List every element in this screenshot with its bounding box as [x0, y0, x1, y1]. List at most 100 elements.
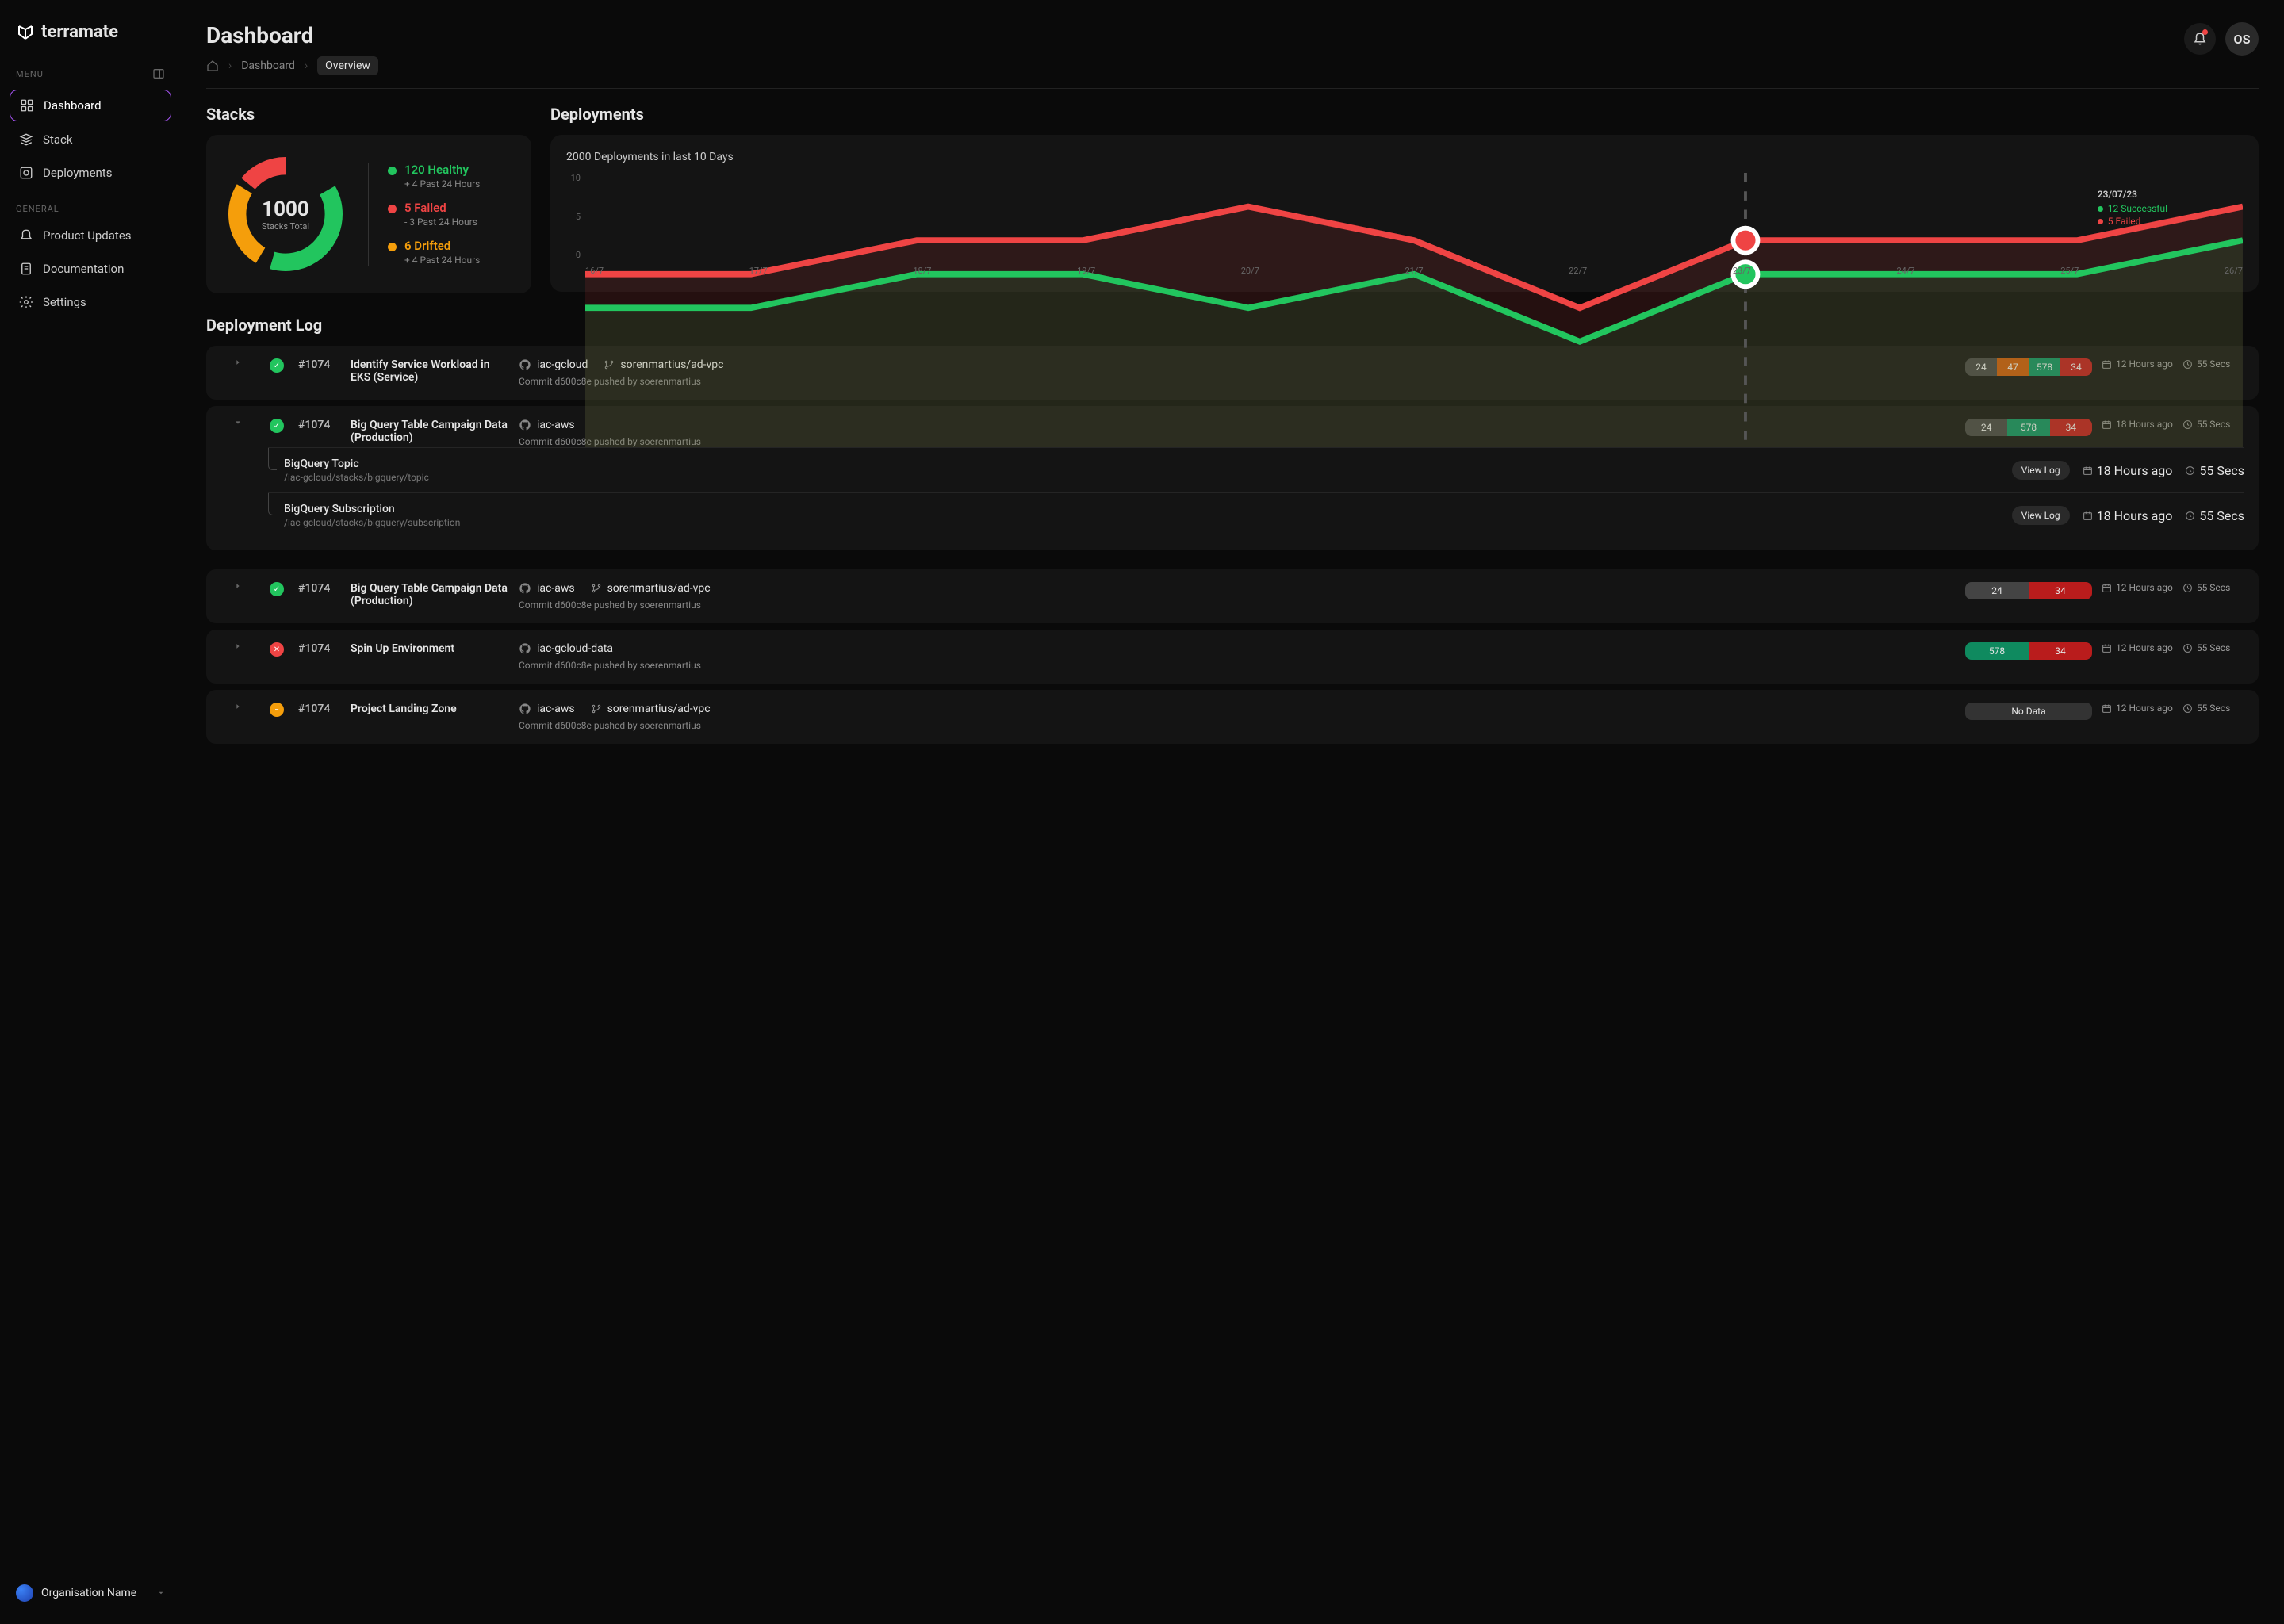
collapse-icon[interactable]	[152, 67, 165, 80]
repo: iac-gcloud	[519, 358, 588, 371]
view-log-button[interactable]: View Log	[2012, 506, 2070, 525]
status-icon: −	[265, 703, 289, 717]
breadcrumb-current[interactable]: Overview	[317, 56, 378, 75]
sidebar-item-stack[interactable]: Stack	[10, 124, 171, 155]
status-icon: ✕	[265, 642, 289, 657]
avatar-initials: OS	[2234, 32, 2251, 47]
org-icon	[16, 1584, 33, 1602]
time-dur: 55 Secs	[2182, 582, 2230, 593]
brand-icon	[16, 23, 35, 42]
main: Dashboard › Dashboard › Overview OS	[181, 0, 2284, 1624]
log-title: Big Query Table Campaign Data (Productio…	[351, 419, 509, 444]
log-id: #1074	[298, 582, 341, 595]
log-id: #1074	[298, 642, 341, 655]
time-ago: 12 Hours ago	[2102, 582, 2173, 593]
legend-drifted: 6 Drifted + 4 Past 24 Hours	[388, 239, 480, 266]
repo: iac-aws	[519, 582, 575, 595]
status-icon: ✓	[265, 358, 289, 373]
stat-bar: 2434	[1965, 582, 2092, 599]
topbar: Dashboard › Dashboard › Overview OS	[206, 22, 2259, 89]
no-data: No Data	[1965, 703, 2092, 720]
status-icon: ✓	[265, 419, 289, 433]
page-title: Dashboard	[206, 22, 378, 48]
time-dur: 55 Secs	[2185, 508, 2244, 523]
deployments-card: 2000 Deployments in last 10 Days 1050 16…	[550, 135, 2259, 292]
log-id: #1074	[298, 358, 341, 371]
settings-icon	[19, 295, 33, 309]
chevron-right-icon[interactable]	[220, 358, 255, 366]
stacks-donut: 1000 Stacks Total	[222, 151, 349, 278]
chevron-right-icon: ›	[228, 59, 232, 72]
log-title: Identify Service Workload in EKS (Servic…	[351, 358, 509, 384]
updates-icon	[19, 228, 33, 243]
log-children: BigQuery Topic /iac-gcloud/stacks/bigque…	[206, 447, 2259, 550]
child-path: /iac-gcloud/stacks/bigquery/subscription	[284, 517, 460, 528]
repo: iac-aws	[519, 703, 575, 715]
sidebar-item-settings[interactable]: Settings	[10, 287, 171, 317]
logo: terramate	[10, 16, 171, 61]
sidebar-item-dashboard[interactable]: Dashboard	[10, 90, 171, 121]
log-id: #1074	[298, 703, 341, 715]
sidebar-item-label: Settings	[43, 295, 86, 309]
org-name: Organisation Name	[41, 1587, 136, 1599]
time-ago: 18 Hours ago	[2083, 508, 2173, 523]
sidebar-item-label: Deployments	[43, 166, 112, 180]
stacks-card: 1000 Stacks Total 120 Healthy + 4 Past 2…	[206, 135, 531, 293]
home-icon[interactable]	[206, 59, 219, 72]
deployments-summary: 2000 Deployments in last 10 Days	[566, 151, 2243, 163]
repo: iac-aws	[519, 419, 575, 431]
status-icon: ✓	[265, 582, 289, 596]
stacks-total-label: Stacks Total	[262, 221, 309, 232]
stack-icon	[19, 132, 33, 147]
stat-bar: 57834	[1965, 642, 2092, 660]
log-title: Spin Up Environment	[351, 642, 509, 655]
sidebar-item-label: Documentation	[43, 262, 124, 276]
time-dur: 55 Secs	[2185, 463, 2244, 478]
deployments-icon	[19, 166, 33, 180]
sidebar-item-label: Stack	[43, 132, 72, 147]
notifications-button[interactable]	[2184, 23, 2216, 55]
chart-tooltip: 23/07/23 12 Successful 5 Failed	[2098, 189, 2167, 228]
breadcrumb: › Dashboard › Overview	[206, 56, 378, 75]
branch: sorenmartius/ad-vpc	[591, 703, 711, 715]
sidebar-item-deployments[interactable]: Deployments	[10, 158, 171, 188]
brand-name: terramate	[41, 22, 118, 42]
time-ago: 12 Hours ago	[2102, 642, 2173, 653]
nav-general: Product Updates Documentation Settings	[10, 220, 171, 320]
chevron-down-icon	[157, 1589, 165, 1597]
commit: Commit d600c8e pushed by soerenmartius	[519, 720, 1956, 731]
deployments-chart: 1050 16/717/718/719/720/721/722/723/724/…	[566, 173, 2243, 276]
chevron-right-icon[interactable]	[220, 582, 255, 590]
child-path: /iac-gcloud/stacks/bigquery/topic	[284, 472, 429, 483]
legend-healthy: 120 Healthy + 4 Past 24 Hours	[388, 163, 480, 190]
sidebar-item-docs[interactable]: Documentation	[10, 254, 171, 284]
log-title: Project Landing Zone	[351, 703, 509, 715]
nav-main: Dashboard Stack Deployments	[10, 90, 171, 191]
avatar[interactable]: OS	[2225, 22, 2259, 56]
notification-dot	[2202, 29, 2208, 35]
org-selector[interactable]: Organisation Name	[10, 1578, 171, 1608]
view-log-button[interactable]: View Log	[2012, 461, 2070, 480]
docs-icon	[19, 262, 33, 276]
chevron-right-icon[interactable]	[220, 703, 255, 710]
menu-label: MENU	[16, 69, 44, 79]
commit: Commit d600c8e pushed by soerenmartius	[519, 660, 1956, 671]
legend-failed: 5 Failed - 3 Past 24 Hours	[388, 201, 480, 228]
chevron-right-icon[interactable]	[220, 642, 255, 650]
chevron-down-icon[interactable]	[220, 419, 255, 427]
stacks-total: 1000	[262, 197, 309, 221]
time-dur: 55 Secs	[2182, 703, 2230, 714]
log-title: Big Query Table Campaign Data (Productio…	[351, 582, 509, 607]
log-row[interactable]: ✕ #1074 Spin Up Environment iac-gcloud-d…	[206, 630, 2259, 684]
sidebar-item-label: Product Updates	[43, 228, 132, 243]
stacks-title: Stacks	[206, 105, 531, 124]
time-dur: 55 Secs	[2182, 642, 2230, 653]
sidebar-item-updates[interactable]: Product Updates	[10, 220, 171, 251]
breadcrumb-dashboard[interactable]: Dashboard	[241, 59, 295, 72]
time-ago: 18 Hours ago	[2083, 463, 2173, 478]
child-title: BigQuery Topic	[284, 458, 429, 470]
log-row[interactable]: ✓ #1074 Big Query Table Campaign Data (P…	[206, 569, 2259, 623]
log-child: BigQuery Topic /iac-gcloud/stacks/bigque…	[268, 447, 2244, 492]
child-title: BigQuery Subscription	[284, 503, 460, 515]
log-row[interactable]: − #1074 Project Landing Zone iac-aws sor…	[206, 690, 2259, 744]
